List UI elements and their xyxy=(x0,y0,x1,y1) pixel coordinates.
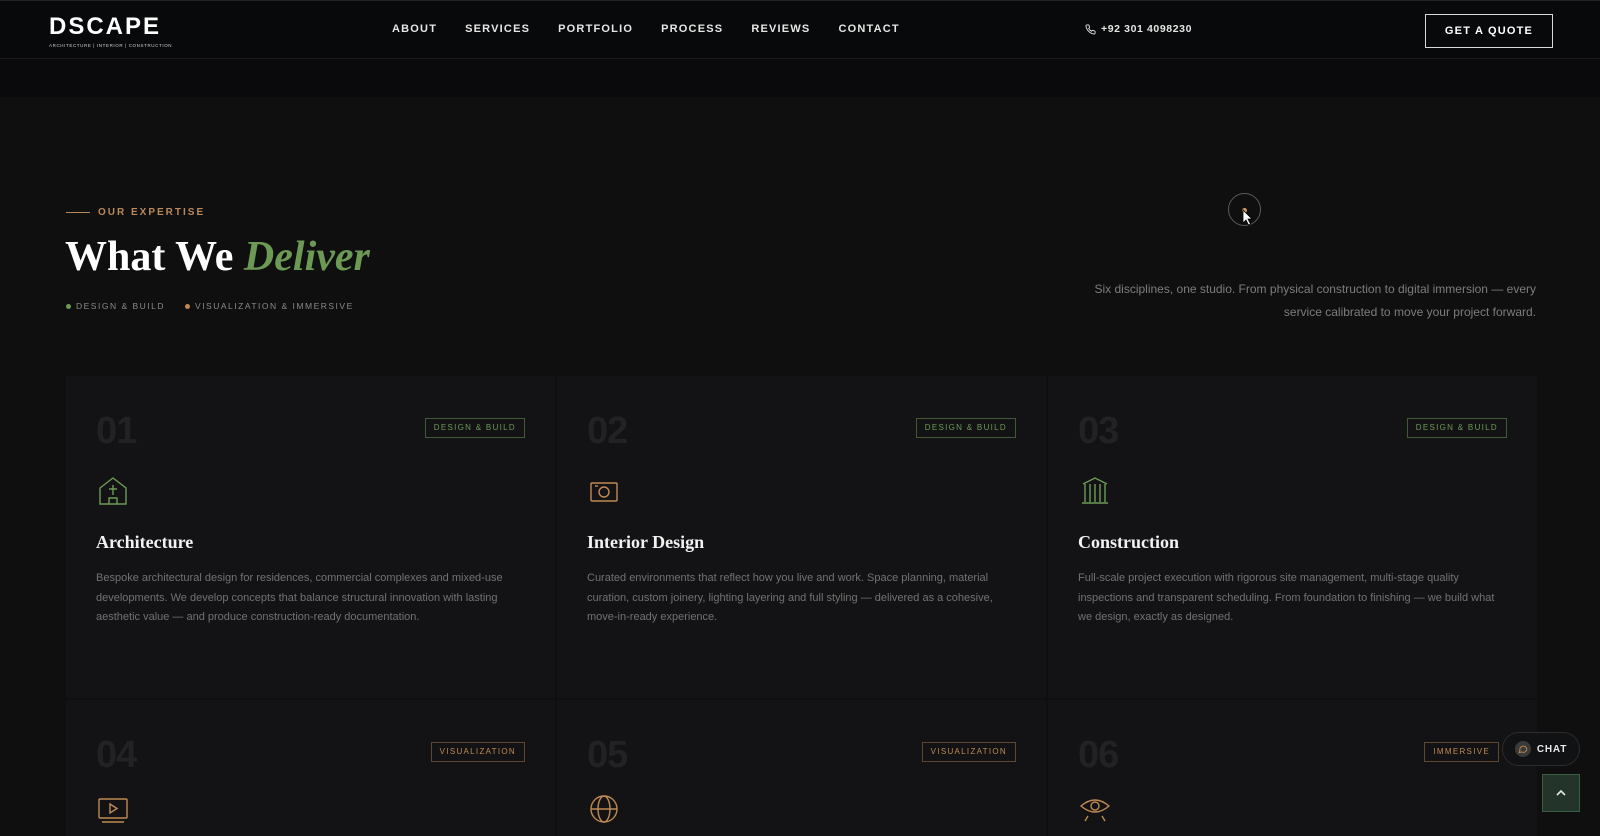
card-number: 01 xyxy=(96,410,137,452)
chat-button[interactable]: CHAT xyxy=(1502,732,1580,766)
eye-icon xyxy=(1079,799,1111,822)
phone-number: +92 301 4098230 xyxy=(1101,23,1193,35)
card-badge: DESIGN & BUILD xyxy=(915,418,1016,438)
phone-icon xyxy=(1085,23,1096,34)
section-title: What We Deliver xyxy=(65,233,370,281)
card-badge: IMMERSIVE xyxy=(1424,742,1499,762)
service-card[interactable]: 04 VISUALIZATION xyxy=(66,700,555,836)
card-number: 06 xyxy=(1078,734,1119,776)
camera-icon xyxy=(590,482,618,502)
card-title: Architecture xyxy=(96,532,194,552)
card-number: 04 xyxy=(96,734,137,776)
service-card[interactable]: 03 DESIGN & BUILD Construction Full-scal… xyxy=(1048,376,1537,698)
service-card[interactable]: 02 DESIGN & BUILD Interior Design Curate… xyxy=(557,376,1046,698)
card-description: Curated environments that reflect how yo… xyxy=(587,572,993,623)
tag-label: VISUALIZATION & IMMERSIVE xyxy=(195,301,354,311)
card-number: 02 xyxy=(587,410,628,452)
card-badge: DESIGN & BUILD xyxy=(1406,418,1507,438)
logo-tagline: ARCHITECTURE | INTERIOR | CONSTRUCTION xyxy=(49,43,173,48)
green-dot-icon xyxy=(66,303,71,309)
nav-reviews[interactable]: REVIEWS xyxy=(751,23,810,35)
logo-wordmark: DSCAPE xyxy=(49,13,162,40)
title-accent: Deliver xyxy=(243,234,370,280)
card-badge: VISUALIZATION xyxy=(430,742,525,762)
title-main: What We xyxy=(65,234,234,280)
header-band xyxy=(0,59,1600,97)
site-header: DSCAPE ARCHITECTURE | INTERIOR | CONSTRU… xyxy=(0,0,1600,59)
logo[interactable]: DSCAPE ARCHITECTURE | INTERIOR | CONSTRU… xyxy=(49,13,172,49)
nav-portfolio[interactable]: PORTFOLIO xyxy=(558,23,633,35)
category-tags: DESIGN & BUILD VISUALIZATION & IMMERSIVE xyxy=(66,301,354,311)
whatsapp-icon xyxy=(1514,741,1531,757)
tag-visualization: VISUALIZATION & IMMERSIVE xyxy=(185,301,354,311)
globe-icon xyxy=(590,795,618,823)
house-icon xyxy=(99,477,127,505)
section-eyebrow: OUR EXPERTISE xyxy=(66,207,205,218)
scroll-top-button[interactable] xyxy=(1542,774,1580,812)
card-number: 03 xyxy=(1078,410,1119,452)
chat-label: CHAT xyxy=(1536,743,1568,755)
video-play-icon xyxy=(98,798,128,823)
page: DSCAPE ARCHITECTURE | INTERIOR | CONSTRU… xyxy=(0,0,1600,836)
eyebrow-line xyxy=(66,212,90,213)
nav-contact[interactable]: CONTACT xyxy=(838,23,899,35)
card-title: Interior Design xyxy=(587,532,705,552)
card-description: Full-scale project execution with rigoro… xyxy=(1078,572,1495,623)
get-quote-button[interactable]: GET A QUOTE xyxy=(1425,14,1553,48)
service-card[interactable]: 01 DESIGN & BUILD Architecture Bespoke a… xyxy=(66,376,555,698)
phone-link[interactable]: +92 301 4098230 xyxy=(1085,23,1192,35)
eyebrow-text: OUR EXPERTISE xyxy=(98,207,206,218)
service-card[interactable]: 06 IMMERSIVE xyxy=(1048,700,1537,836)
tag-label: DESIGN & BUILD xyxy=(76,301,166,311)
chevron-up-icon xyxy=(1556,789,1566,796)
tag-design-build: DESIGN & BUILD xyxy=(66,301,165,311)
main-nav: ABOUT SERVICES PORTFOLIO PROCESS REVIEWS… xyxy=(392,23,928,35)
orange-dot-icon xyxy=(185,303,191,309)
columns-icon xyxy=(1082,477,1108,504)
card-title: Construction xyxy=(1078,532,1180,552)
card-badge: DESIGN & BUILD xyxy=(424,418,525,438)
nav-process[interactable]: PROCESS xyxy=(661,23,723,35)
mouse-pointer-icon xyxy=(1242,209,1253,226)
nav-about[interactable]: ABOUT xyxy=(392,23,437,35)
card-description: Bespoke architectural design for residen… xyxy=(96,572,503,623)
section-description: Six disciplines, one studio. From physic… xyxy=(1094,282,1536,319)
card-badge: VISUALIZATION xyxy=(921,742,1016,762)
service-card[interactable]: 05 VISUALIZATION xyxy=(557,700,1046,836)
card-number: 05 xyxy=(587,734,628,776)
nav-services[interactable]: SERVICES xyxy=(465,23,530,35)
